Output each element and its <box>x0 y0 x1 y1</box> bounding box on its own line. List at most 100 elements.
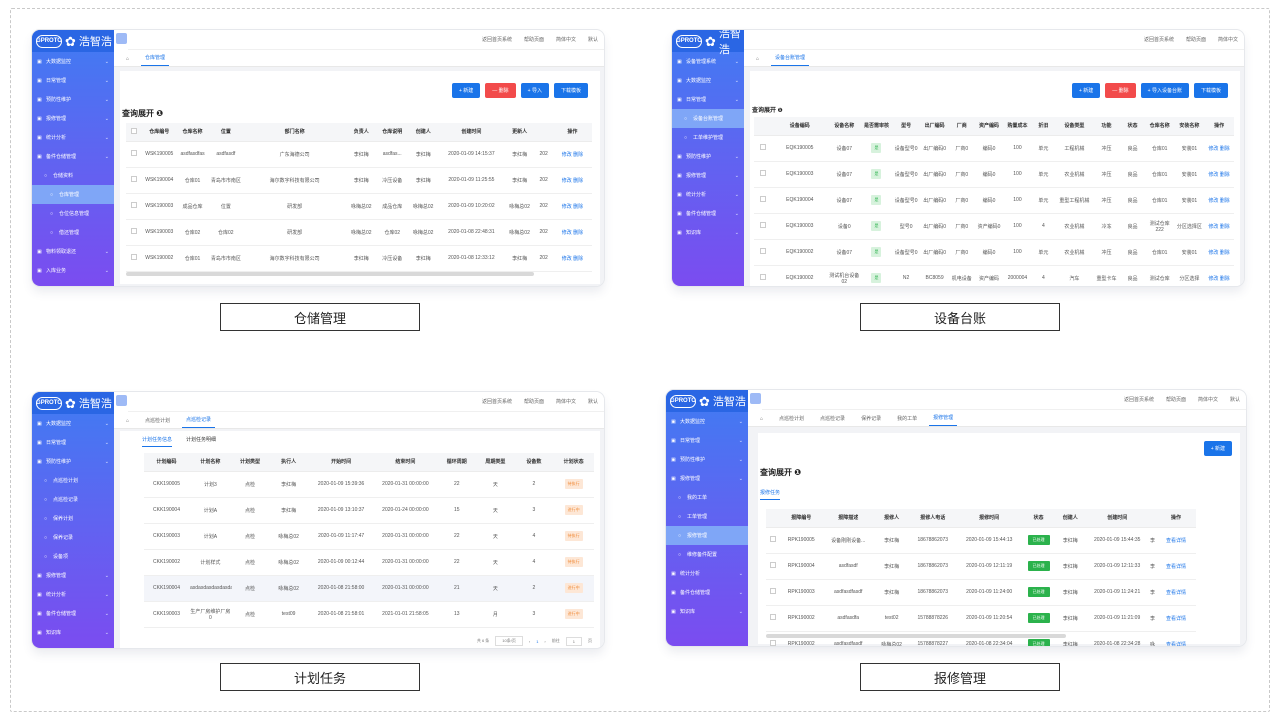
sidebar-item[interactable]: ▣ 统计分析 ⌄ <box>32 128 114 147</box>
horizontal-scrollbar[interactable] <box>766 634 1066 638</box>
table-row[interactable]: CKK190003 生产厂房维护厂房0 点检 test09 2020-01-08 21:… <box>144 601 594 628</box>
row-actions[interactable]: 修改 删除 <box>1208 224 1229 230</box>
user-menu[interactable]: 默认 <box>588 36 598 43</box>
sidebar-item[interactable]: ○ 保养记录 <box>32 528 114 547</box>
delete-button[interactable]: — 删除 <box>485 83 516 98</box>
row-actions[interactable]: 修改 删除 <box>562 230 583 236</box>
sidebar-item[interactable]: ▣ 入库业务 ⌄ <box>32 261 114 280</box>
sidebar-item[interactable]: ○ 借还管理 <box>32 223 114 242</box>
horizontal-scrollbar[interactable] <box>126 272 534 276</box>
sidebar-item[interactable]: ○ 报修管理 <box>666 526 748 545</box>
home-icon[interactable]: ⌂ <box>122 56 133 66</box>
row-checkbox[interactable] <box>126 167 143 194</box>
tab-inspection-plan[interactable]: 点巡检计划 <box>141 417 174 428</box>
sidebar-item[interactable]: ▣ 大数据监控 ⌄ <box>672 71 744 90</box>
sidebar-item[interactable]: ▣ 备件仓储管理 ⌄ <box>666 583 748 602</box>
row-checkbox[interactable] <box>770 536 777 542</box>
table-row[interactable]: EQK190003 设备07 是 设备型号0 出厂编码0 厂商0 编码0 100 单元 农业机械 冲… <box>754 161 1234 188</box>
table-row[interactable]: WSK190005 asdfasdfas asdfasdf 广东海德公司 李红梅 asdf… <box>126 141 592 168</box>
row-actions[interactable]: 查看详情 <box>1166 538 1186 544</box>
row-actions[interactable]: 查看详情 <box>1166 642 1186 647</box>
tab-inspection-record[interactable]: 点巡检记录 <box>182 416 216 428</box>
table-row[interactable]: EQK190004 设备07 是 设备型号0 出厂编码0 厂商0 编码0 100 单元 重型工程机… <box>754 187 1234 214</box>
sidebar-item[interactable]: ▣ 日常管理 ⌄ <box>32 71 114 90</box>
sidebar-item[interactable]: ○ 仓库管理 <box>32 185 114 204</box>
sidebar-item[interactable]: ▣ 大数据监控 ⌄ <box>666 412 748 431</box>
sidebar-item[interactable]: ▣ 报修管理 ⌄ <box>32 566 114 585</box>
tab-item[interactable]: 报修管理 <box>929 414 958 426</box>
pager-size-select[interactable]: 10条/页 <box>495 636 523 646</box>
sidebar-item[interactable]: ○ 工单维护管理 <box>672 128 744 147</box>
import-button[interactable]: + 导入 <box>520 83 549 98</box>
row-checkbox[interactable] <box>759 274 766 280</box>
row-actions[interactable]: 修改 删除 <box>1208 146 1229 152</box>
lang-select[interactable]: 简体中文 <box>556 398 576 405</box>
table-row[interactable]: CKK190005 计划3 点检 李红梅 2020-01-09 15:39:36 2020… <box>144 471 594 498</box>
row-actions[interactable]: 修改 删除 <box>562 204 583 210</box>
tab-item[interactable]: 我的工单 <box>893 415 921 426</box>
row-checkbox[interactable] <box>759 170 766 176</box>
sidebar-item[interactable]: ▣ 统计分析 ⌄ <box>32 585 114 604</box>
row-checkbox[interactable] <box>126 193 143 220</box>
sidebar-item[interactable]: ▣出库业务⌄ <box>32 280 114 286</box>
template-button[interactable]: 下载模板 <box>1193 83 1228 98</box>
lang-select[interactable]: 简体中文 <box>1198 396 1218 403</box>
table-row[interactable]: CKK190004 asdasdasdasdasdasdasdasd 点检 咏梅总02… <box>144 575 594 602</box>
table-row[interactable]: CKK190004 计划A 点检 李红梅 2020-01-09 13:10:37 2020… <box>144 497 594 524</box>
table-row[interactable]: EQK190005 设备07 是 设备型号0 出厂编码0 厂商0 编码0 100 单元 工程机械 冲… <box>754 135 1234 162</box>
tab-equipment[interactable]: 设备台账管理 <box>771 54 810 66</box>
query-toggle[interactable]: 查询展开 ❶ <box>122 108 163 119</box>
table-row[interactable]: RPK190003 asdfasdfasdf 李红梅 18678862073 2020-… <box>766 579 1196 606</box>
home-icon[interactable]: ⌂ <box>756 416 767 426</box>
next-page-icon[interactable]: › <box>544 639 545 644</box>
row-actions[interactable]: 修改 删除 <box>1208 172 1229 178</box>
subtab-plan-detail[interactable]: 计划任务明细 <box>186 436 216 447</box>
sidebar-item[interactable]: ▣ 报修管理 ⌄ <box>32 109 114 128</box>
sidebar-item[interactable]: ▣ 备件仓储管理 ⌄ <box>32 147 114 166</box>
sidebar-item[interactable]: ▣ 知识库 ⌄ <box>672 223 744 242</box>
row-checkbox[interactable] <box>770 614 777 620</box>
sidebar-item[interactable]: ▣ 大数据监控 ⌄ <box>32 52 114 71</box>
row-actions[interactable]: 修改 删除 <box>562 256 583 262</box>
sidebar-item[interactable]: ▣ 统计分析 ⌄ <box>672 185 744 204</box>
home-link[interactable]: 返回首页系统 <box>1144 36 1174 43</box>
table-row[interactable]: RPK190005 设备刚刚设备... 李红梅 18678862073 2020-01-… <box>766 527 1196 554</box>
tab-item[interactable]: 点巡检记录 <box>816 415 849 426</box>
import-button[interactable]: + 导入设备台账 <box>1140 83 1189 98</box>
table-row[interactable]: EQK190002 设备07 是 设备型号0 出厂编码0 厂商0 编码0 100 单元 农业机械 冲… <box>754 239 1234 266</box>
user-menu[interactable]: 默认 <box>1230 396 1240 403</box>
sidebar-item[interactable]: ▣ 设备管理系统 ⌄ <box>672 52 744 71</box>
row-actions[interactable]: 查看详情 <box>1166 590 1186 596</box>
sidebar-item[interactable]: ▣ 物料领取退还 ⌄ <box>32 242 114 261</box>
sidebar-item[interactable]: ○ 维修备件配置 <box>666 545 748 564</box>
sidebar-item[interactable]: ○ 我的工单 <box>666 488 748 507</box>
sidebar-item[interactable]: ○ 设备项 <box>32 547 114 566</box>
row-actions[interactable]: 修改 删除 <box>1208 198 1229 204</box>
row-actions[interactable]: 修改 删除 <box>1208 250 1229 256</box>
home-icon[interactable]: ⌂ <box>122 418 133 428</box>
table-row[interactable]: RPK190002 asdfasdfa test02 15788878226 2020-… <box>766 605 1196 632</box>
query-toggle[interactable]: 查询展开 ❶ <box>752 105 783 114</box>
row-checkbox[interactable] <box>759 222 766 228</box>
home-link[interactable]: 返回首页系统 <box>482 36 512 43</box>
sidebar-item[interactable]: ▣ 知识库 ⌄ <box>666 602 748 621</box>
subtab-plan-info[interactable]: 计划任务信息 <box>142 436 173 447</box>
home-link[interactable]: 返回首页系统 <box>482 398 512 405</box>
sidebar-item[interactable]: ▣ 统计分析 ⌄ <box>666 564 748 583</box>
sidebar-item[interactable]: ▣ 预防性维护 ⌄ <box>32 90 114 109</box>
row-actions[interactable]: 查看详情 <box>1166 616 1186 622</box>
table-row[interactable]: WSK190002 仓库01 青岛市市南区 海尔数字科技有限公司 李红梅 冷压设备 李红梅 2… <box>126 245 592 272</box>
lang-select[interactable]: 简体中文 <box>556 36 576 43</box>
help-link[interactable]: 帮助页面 <box>524 398 544 405</box>
sidebar-item[interactable]: ▣ 知识库 ⌄ <box>32 623 114 642</box>
home-link[interactable]: 返回首页系统 <box>1124 396 1154 403</box>
table-row[interactable]: CKK190003 计划A 点检 咏梅总02 2020-01-09 11:17:47 20… <box>144 523 594 550</box>
sidebar-item[interactable]: ▣ 备件仓储管理 ⌄ <box>32 604 114 623</box>
sidebar-item[interactable]: ○ 设备台账管理 <box>672 109 744 128</box>
sidebar-item[interactable]: ○ 保养计划 <box>32 509 114 528</box>
sidebar-item[interactable]: ▣ 备件仓储管理 ⌄ <box>672 204 744 223</box>
sidebar-item[interactable]: ▣ 预防性维护 ⌄ <box>672 147 744 166</box>
sidebar-item[interactable]: ▣ 日常管理 ⌄ <box>32 433 114 452</box>
table-row[interactable]: EQK190003 设备0 是 型号0 出厂编码0 厂商0 资产编码0 100 4 农业机械 冷冻 良… <box>754 213 1234 240</box>
table-row[interactable]: EQK190002 测试机台设备02 是 N2 BC8059 机电设备 资产编码 200000… <box>754 265 1234 286</box>
